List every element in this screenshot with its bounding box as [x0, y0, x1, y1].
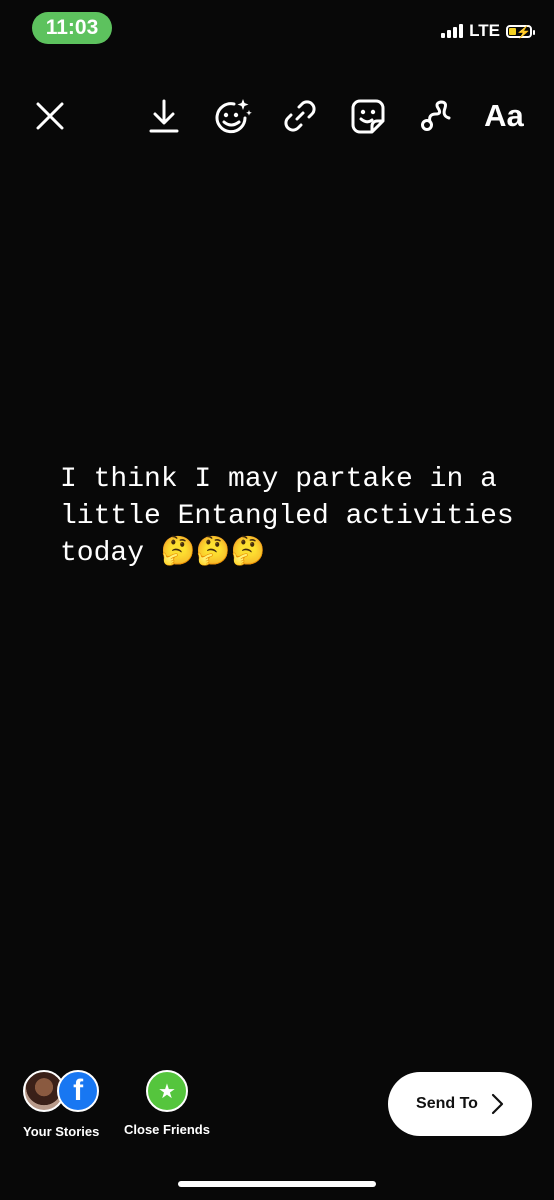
text-tool-button[interactable]: Aa: [480, 92, 528, 140]
your-stories-avatars: f: [23, 1070, 100, 1114]
send-to-button[interactable]: Send To: [388, 1072, 532, 1136]
text-tool-label: Aa: [484, 98, 524, 133]
star-icon: ★: [145, 1070, 188, 1112]
story-text[interactable]: I think I may partake in a little Entang…: [60, 461, 540, 572]
facebook-icon: f: [57, 1070, 100, 1112]
chevron-right-icon: [491, 1093, 504, 1115]
draw-icon: [421, 100, 451, 131]
your-stories-button[interactable]: f Your Stories: [23, 1070, 99, 1139]
link-button[interactable]: [276, 92, 324, 140]
download-button[interactable]: [140, 92, 188, 140]
close-friends-label: Close Friends: [124, 1122, 210, 1137]
send-to-label: Send To: [416, 1095, 478, 1112]
signal-icon: [441, 24, 464, 38]
face-effects-icon: [215, 99, 252, 134]
draw-button[interactable]: [412, 92, 460, 140]
effects-button[interactable]: [208, 92, 256, 140]
close-friends-button[interactable]: ★ Close Friends: [124, 1070, 210, 1137]
status-time: 11:03: [32, 12, 112, 44]
link-icon: [284, 100, 316, 132]
home-indicator[interactable]: [178, 1181, 376, 1187]
battery-icon: ⚡: [506, 24, 535, 39]
close-icon: [36, 102, 64, 130]
download-icon: [149, 99, 179, 133]
close-button[interactable]: [26, 92, 74, 140]
status-indicators: LTE ⚡: [441, 21, 535, 41]
sticker-icon: [351, 99, 385, 134]
sticker-button[interactable]: [344, 92, 392, 140]
network-type: LTE: [469, 21, 500, 40]
your-stories-label: Your Stories: [23, 1124, 100, 1139]
